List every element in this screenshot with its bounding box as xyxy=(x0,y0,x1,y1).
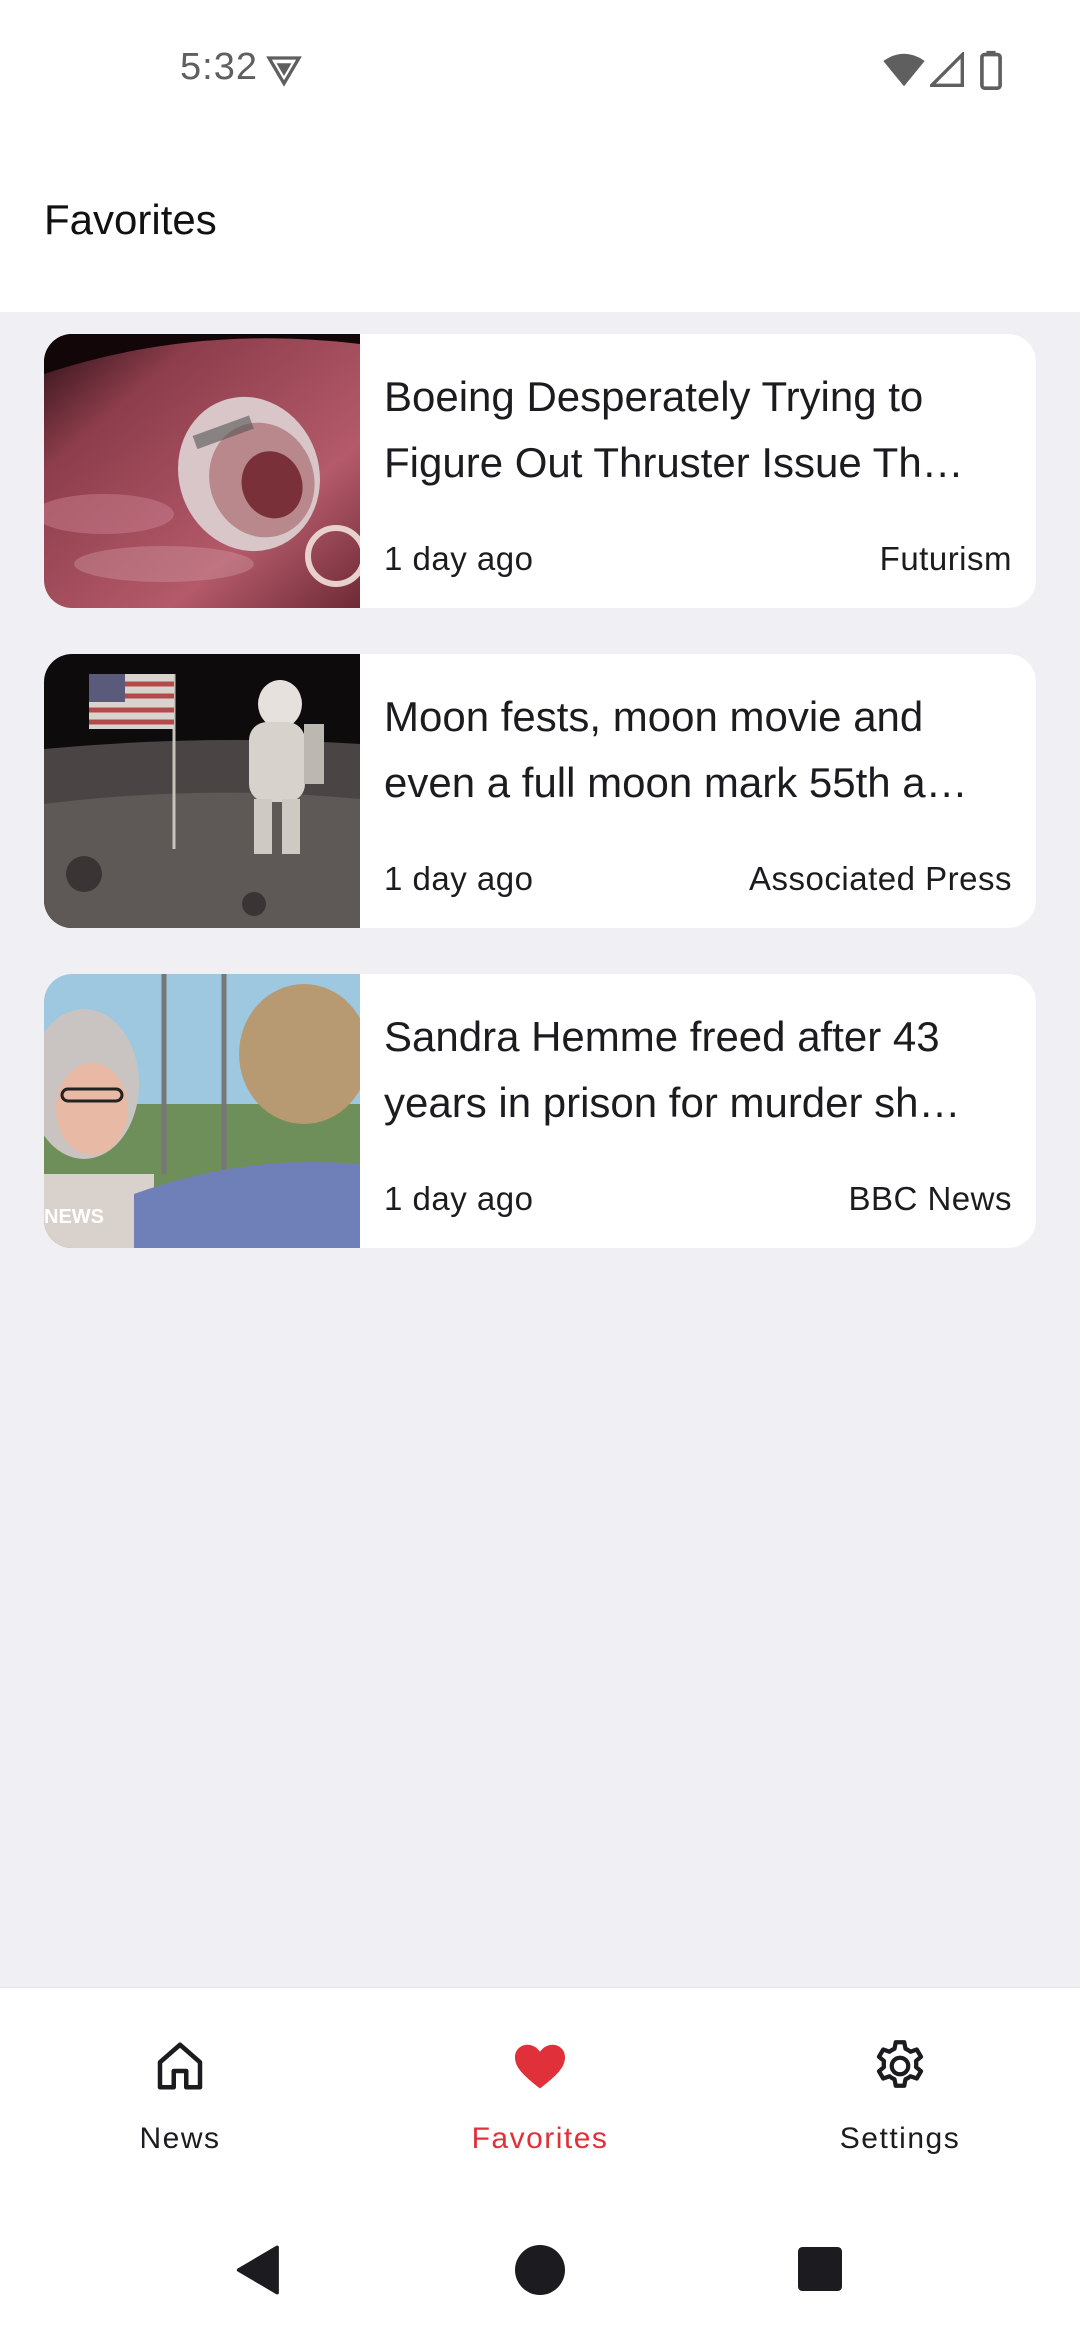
back-icon[interactable] xyxy=(236,2245,282,2295)
battery-icon xyxy=(980,50,1002,90)
embrace-image: NEWS xyxy=(44,974,360,1248)
nav-item-settings[interactable]: Settings xyxy=(720,1988,1080,2188)
system-nav-bar xyxy=(0,2187,1080,2340)
article-source: Futurism xyxy=(879,540,1012,577)
recents-square-icon[interactable] xyxy=(798,2247,842,2291)
article-title: Moon fests, moon movie and even a full m… xyxy=(384,693,968,806)
nav-label-news: News xyxy=(139,2122,221,2155)
article-time: 1 day ago xyxy=(384,540,534,577)
article-card[interactable]: Boeing Desperately Trying to Figure Out … xyxy=(44,334,1036,608)
article-time: 1 day ago xyxy=(384,1180,534,1217)
wifi-icon xyxy=(883,53,925,87)
heart-icon xyxy=(515,2044,565,2089)
moon-landing-image xyxy=(44,654,360,928)
status-bar: 5:32 xyxy=(0,0,1080,140)
article-title: Sandra Hemme freed after 43 years in pri… xyxy=(384,1013,961,1126)
nav-item-favorites[interactable]: Favorites xyxy=(360,1988,720,2188)
app-bar: Favorites xyxy=(0,140,1080,312)
article-time: 1 day ago xyxy=(384,860,534,897)
screen: 5:32 Favorites Boeing Desperately Trying… xyxy=(0,0,1080,2340)
page-title: Favorites xyxy=(44,196,217,243)
favorites-list: Boeing Desperately Trying to Figure Out … xyxy=(44,334,1036,1294)
bottom-nav: News Favorites Settings xyxy=(0,1987,1080,2187)
home-circle-icon[interactable] xyxy=(515,2245,565,2295)
nav-label-settings: Settings xyxy=(839,2122,961,2155)
vpn-shield-icon xyxy=(266,56,302,87)
article-source: BBC News xyxy=(848,1180,1012,1217)
spacecraft-image xyxy=(44,334,360,608)
gear-icon xyxy=(876,2040,924,2088)
nav-label-favorites: Favorites xyxy=(471,2122,609,2155)
article-source: Associated Press xyxy=(749,860,1012,897)
article-card[interactable]: NEWS Sandra Hemme freed after 43 years i… xyxy=(44,974,1036,1248)
article-card[interactable]: Moon fests, moon movie and even a full m… xyxy=(44,654,1036,928)
news-badge: NEWS xyxy=(44,1206,104,1228)
home-icon xyxy=(157,2042,203,2090)
status-time: 5:32 xyxy=(180,46,258,88)
article-title: Boeing Desperately Trying to Figure Out … xyxy=(384,373,964,486)
cell-signal-icon xyxy=(930,52,964,87)
nav-item-news[interactable]: News xyxy=(0,1988,360,2188)
